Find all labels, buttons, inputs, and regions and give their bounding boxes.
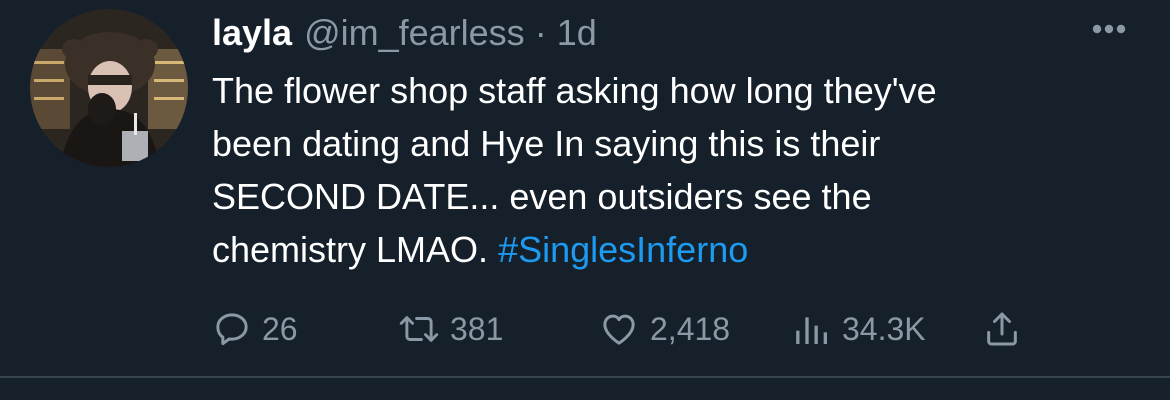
author-handle[interactable]: @im_fearless	[304, 12, 525, 54]
tweet-text-line-last: chemistry LMAO. #SinglesInferno	[212, 223, 1132, 276]
tweet-text-segment: chemistry LMAO.	[212, 229, 489, 270]
profile-photo	[30, 9, 188, 167]
share-button[interactable]	[982, 305, 1022, 353]
retweet-button[interactable]: 381	[398, 305, 503, 353]
more-options-button[interactable]	[1092, 22, 1126, 34]
heart-icon	[603, 314, 635, 345]
timestamp[interactable]: 1d	[557, 12, 597, 54]
avatar[interactable]	[30, 9, 188, 167]
reply-count: 26	[262, 310, 298, 347]
tweet-text-line: been dating and Hye In saying this is th…	[212, 123, 881, 164]
more-horizontal-icon	[1092, 24, 1126, 34]
tweet-actions: 26 381 2,418 34.3K	[212, 305, 1062, 353]
views-icon	[796, 317, 827, 344]
retweet-count: 381	[450, 310, 504, 347]
tweet-text-line: SECOND DATE... even outsiders see the	[212, 176, 872, 217]
reply-button[interactable]: 26	[212, 305, 298, 353]
hashtag-link[interactable]: #SinglesInferno	[498, 229, 748, 270]
views-button[interactable]: 34.3K	[792, 305, 926, 353]
reply-icon	[216, 313, 248, 346]
tweet-header: layla @im_fearless · 1d	[212, 12, 597, 58]
retweet-icon	[399, 316, 439, 342]
tweet[interactable]: layla @im_fearless · 1d The flower shop …	[0, 0, 1170, 378]
like-button[interactable]: 2,418	[598, 305, 730, 353]
like-count: 2,418	[650, 310, 731, 347]
tweet-text: The flower shop staff asking how long th…	[212, 64, 1132, 276]
separator: ·	[534, 12, 547, 53]
tweet-text-line: The flower shop staff asking how long th…	[212, 70, 937, 111]
views-count: 34.3K	[842, 310, 926, 347]
share-icon	[987, 312, 1017, 346]
author-display-name[interactable]: layla	[212, 12, 292, 54]
